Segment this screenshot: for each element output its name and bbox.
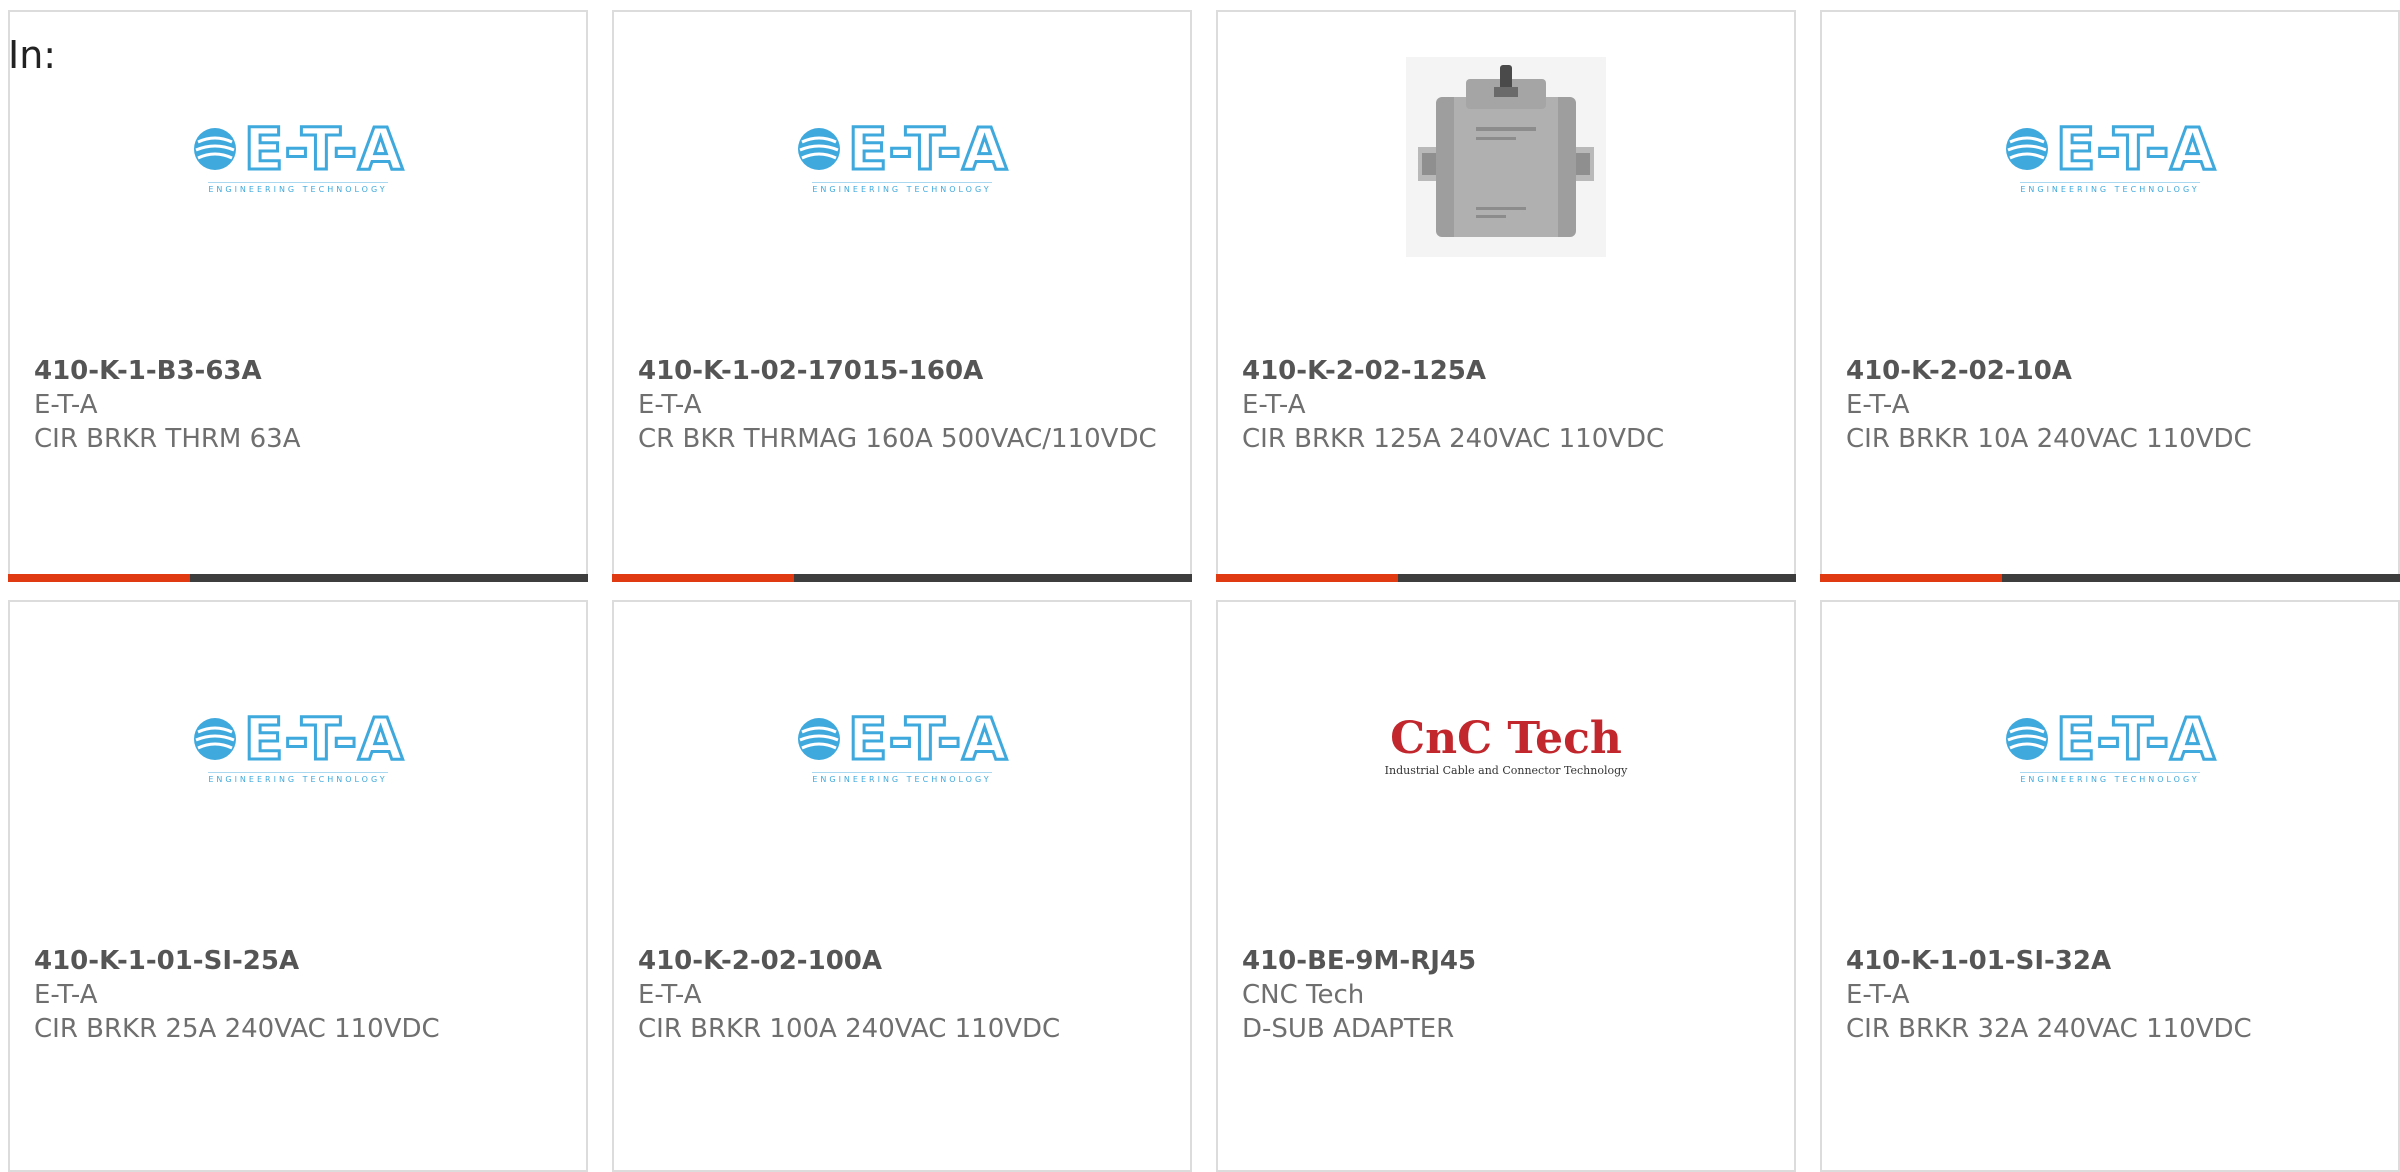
manufacturer: E-T-A — [1242, 390, 1306, 420]
product-image: E-T-A ENGINEERING TECHNOLOGY — [10, 82, 586, 232]
eta-globe-icon — [2005, 718, 2048, 760]
cnc-wordmark: CnC Tech — [1390, 713, 1622, 764]
manufacturer: E-T-A — [638, 980, 702, 1010]
part-number[interactable]: 410-BE-9M-RJ45 — [1242, 944, 1770, 978]
part-number[interactable]: 410-K-1-B3-63A — [34, 354, 562, 388]
product-image: CnC Tech Industrial Cable and Connector … — [1218, 672, 1794, 822]
manufacturer: E-T-A — [34, 980, 98, 1010]
accent-bar — [1820, 574, 2002, 582]
product-card[interactable]: E-T-A ENGINEERING TECHNOLOGY 410-K-1-02-… — [612, 10, 1192, 582]
eta-tagline: ENGINEERING TECHNOLOGY — [812, 772, 992, 784]
product-card[interactable]: E-T-A ENGINEERING TECHNOLOGY 410-K-2-02-… — [612, 600, 1192, 1172]
cnc-tech-logo: CnC Tech Industrial Cable and Connector … — [1384, 713, 1628, 778]
description: CIR BRKR 32A 240VAC 110VDC — [1846, 1014, 2252, 1044]
product-image: E-T-A ENGINEERING TECHNOLOGY — [614, 672, 1190, 822]
eta-logo: E-T-A ENGINEERING TECHNOLOGY — [2004, 115, 2217, 194]
card-footer-bar — [1820, 574, 2400, 582]
product-image — [1218, 57, 1794, 257]
eta-wordmark: E-T-A — [846, 705, 1009, 773]
description: CIR BRKR 100A 240VAC 110VDC — [638, 1014, 1061, 1044]
product-image: E-T-A ENGINEERING TECHNOLOGY — [614, 82, 1190, 232]
product-card[interactable]: E-T-A ENGINEERING TECHNOLOGY 410-K-1-01-… — [8, 600, 588, 1172]
description: CR BKR THRMAG 160A 500VAC/110VDC — [638, 424, 1157, 454]
eta-wordmark: E-T-A — [2054, 115, 2217, 183]
eta-tagline: ENGINEERING TECHNOLOGY — [2020, 182, 2200, 194]
eta-tagline: ENGINEERING TECHNOLOGY — [2020, 772, 2200, 784]
part-number[interactable]: 410-K-2-02-125A — [1242, 354, 1770, 388]
product-card[interactable]: E-T-A ENGINEERING TECHNOLOGY 410-K-2-02-… — [1820, 10, 2400, 582]
eta-globe-icon — [2005, 128, 2048, 170]
eta-wordmark: E-T-A — [242, 115, 405, 183]
product-card[interactable]: E-T-A ENGINEERING TECHNOLOGY 410-K-1-01-… — [1820, 600, 2400, 1172]
accent-bar — [8, 574, 190, 582]
accent-bar — [1216, 574, 1398, 582]
part-number[interactable]: 410-K-1-02-17015-160A — [638, 354, 1166, 388]
description: CIR BRKR 10A 240VAC 110VDC — [1846, 424, 2252, 454]
eta-tagline: ENGINEERING TECHNOLOGY — [812, 182, 992, 194]
card-footer-bar — [8, 574, 588, 582]
manufacturer: E-T-A — [638, 390, 702, 420]
eta-logo: E-T-A ENGINEERING TECHNOLOGY — [796, 115, 1009, 194]
eta-globe-icon — [193, 128, 236, 170]
card-footer-bar — [612, 574, 1192, 582]
eta-globe-icon — [193, 718, 236, 760]
manufacturer: E-T-A — [1846, 980, 1910, 1010]
description: CIR BRKR 125A 240VAC 110VDC — [1242, 424, 1665, 454]
part-number[interactable]: 410-K-1-01-SI-32A — [1846, 944, 2374, 978]
cnc-tagline: Industrial Cable and Connector Technolog… — [1384, 764, 1628, 777]
part-number[interactable]: 410-K-2-02-100A — [638, 944, 1166, 978]
manufacturer: E-T-A — [34, 390, 98, 420]
accent-bar — [612, 574, 794, 582]
part-number[interactable]: 410-K-2-02-10A — [1846, 354, 2374, 388]
product-card[interactable]: E-T-A ENGINEERING TECHNOLOGY 410-K-1-B3-… — [8, 10, 588, 582]
eta-globe-icon — [797, 718, 840, 760]
eta-wordmark: E-T-A — [846, 115, 1009, 183]
eta-tagline: ENGINEERING TECHNOLOGY — [208, 182, 388, 194]
eta-wordmark: E-T-A — [242, 705, 405, 773]
description: D-SUB ADAPTER — [1242, 1014, 1455, 1044]
product-grid: E-T-A ENGINEERING TECHNOLOGY 410-K-1-B3-… — [0, 0, 2400, 1172]
product-card[interactable]: CnC Tech Industrial Cable and Connector … — [1216, 600, 1796, 1172]
description: CIR BRKR 25A 240VAC 110VDC — [34, 1014, 440, 1044]
circuit-breaker-photo — [1406, 57, 1606, 257]
eta-logo: E-T-A ENGINEERING TECHNOLOGY — [192, 115, 405, 194]
eta-logo: E-T-A ENGINEERING TECHNOLOGY — [2004, 705, 2217, 784]
eta-globe-icon — [797, 128, 840, 170]
eta-logo: E-T-A ENGINEERING TECHNOLOGY — [796, 705, 1009, 784]
product-image: E-T-A ENGINEERING TECHNOLOGY — [1822, 82, 2398, 232]
eta-logo: E-T-A ENGINEERING TECHNOLOGY — [192, 705, 405, 784]
manufacturer: CNC Tech — [1242, 980, 1365, 1010]
eta-wordmark: E-T-A — [2054, 705, 2217, 773]
description: CIR BRKR THRM 63A — [34, 424, 301, 454]
product-card[interactable]: 410-K-2-02-125A E-T-A CIR BRKR 125A 240V… — [1216, 10, 1796, 582]
product-image: E-T-A ENGINEERING TECHNOLOGY — [10, 672, 586, 822]
manufacturer: E-T-A — [1846, 390, 1910, 420]
eta-tagline: ENGINEERING TECHNOLOGY — [208, 772, 388, 784]
product-image: E-T-A ENGINEERING TECHNOLOGY — [1822, 672, 2398, 822]
card-footer-bar — [1216, 574, 1796, 582]
filter-label: In: — [8, 33, 57, 77]
part-number[interactable]: 410-K-1-01-SI-25A — [34, 944, 562, 978]
